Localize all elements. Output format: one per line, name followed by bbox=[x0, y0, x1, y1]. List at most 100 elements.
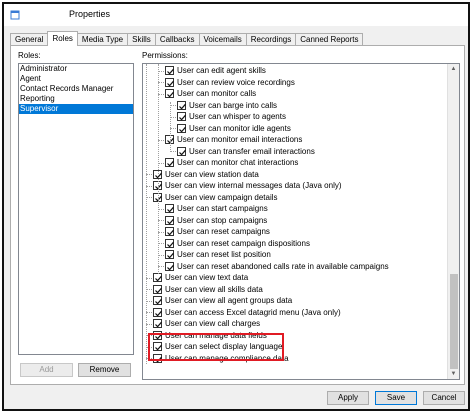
roles-list[interactable]: Administrator Agent Contact Records Mana… bbox=[18, 63, 134, 355]
permission-item[interactable]: User can monitor email interactions bbox=[165, 134, 302, 145]
app-icon bbox=[10, 10, 20, 20]
permission-label: User can view campaign details bbox=[165, 192, 278, 202]
permission-label: User can reset list position bbox=[177, 250, 271, 259]
permission-label: User can transfer email interactions bbox=[189, 146, 315, 156]
permission-item[interactable]: User can transfer email interactions bbox=[177, 146, 315, 157]
role-item-contact-records-manager[interactable]: Contact Records Manager bbox=[19, 84, 133, 94]
checkbox-checked-icon[interactable] bbox=[177, 123, 186, 133]
permission-item[interactable]: User can reset campaigns bbox=[165, 226, 270, 237]
permission-item[interactable]: User can whisper to agents bbox=[177, 111, 286, 122]
checkbox-checked-icon[interactable] bbox=[153, 330, 162, 340]
permission-label: User can view station data bbox=[165, 169, 259, 179]
role-item-agent[interactable]: Agent bbox=[19, 74, 133, 84]
permission-item[interactable]: User can reset campaign dispositions bbox=[165, 238, 310, 249]
checkbox-checked-icon[interactable] bbox=[165, 227, 174, 236]
checkbox-checked-icon[interactable] bbox=[153, 319, 162, 328]
checkbox-checked-icon[interactable] bbox=[153, 342, 162, 351]
permission-item[interactable]: User can stop campaigns bbox=[165, 215, 267, 226]
checkbox-checked-icon[interactable] bbox=[177, 100, 186, 110]
properties-window: Properties General Roles Media Type Skil… bbox=[2, 2, 470, 411]
window-title: Properties bbox=[69, 9, 111, 19]
tab-roles[interactable]: Roles bbox=[47, 31, 78, 46]
tree-guide-line bbox=[170, 102, 171, 152]
checkbox-checked-icon[interactable] bbox=[165, 238, 174, 248]
permissions-label: Permissions: bbox=[142, 51, 188, 60]
permission-label: User can access Excel datagrid menu (Jav… bbox=[165, 307, 341, 317]
checkbox-checked-icon[interactable] bbox=[165, 250, 174, 259]
permission-label: User can reset campaign dispositions bbox=[177, 238, 310, 248]
permission-label: User can stop campaigns bbox=[177, 215, 268, 225]
permission-item[interactable]: User can view internal messages data (Ja… bbox=[153, 180, 342, 191]
scroll-thumb[interactable] bbox=[450, 274, 458, 369]
role-item-administrator[interactable]: Administrator bbox=[19, 64, 133, 74]
permission-label: User can review voice recordings bbox=[177, 77, 295, 87]
permission-label: User can manage data fields bbox=[165, 330, 267, 340]
checkbox-checked-icon[interactable] bbox=[165, 215, 174, 225]
checkbox-checked-icon[interactable] bbox=[165, 204, 174, 213]
remove-role-button[interactable]: Remove bbox=[78, 363, 131, 377]
permission-item[interactable]: User can view all skills data bbox=[153, 284, 263, 295]
tree-guide-line bbox=[158, 64, 159, 274]
permission-label: User can manage compliance data bbox=[165, 353, 289, 363]
permission-label: User can select display language bbox=[165, 342, 283, 351]
permission-label: User can reset campaigns bbox=[177, 227, 270, 236]
role-item-reporting[interactable]: Reporting bbox=[19, 94, 133, 104]
permission-item[interactable]: User can reset abandoned calls rate in a… bbox=[165, 261, 389, 272]
permissions-scrollbar[interactable]: ▲ ▼ bbox=[447, 64, 459, 379]
roles-label: Roles: bbox=[18, 51, 41, 60]
checkbox-checked-icon[interactable] bbox=[153, 307, 162, 317]
permission-item[interactable]: User can review voice recordings bbox=[165, 77, 295, 88]
checkbox-checked-icon[interactable] bbox=[153, 353, 162, 363]
permission-item[interactable]: User can view all agent groups data bbox=[153, 295, 292, 306]
permission-label: User can monitor idle agents bbox=[189, 123, 291, 133]
permission-label: User can barge into calls bbox=[189, 100, 278, 110]
tab-strip: General Roles Media Type Skills Callback… bbox=[10, 31, 364, 46]
permission-label: User can reset abandoned calls rate in a… bbox=[177, 261, 389, 271]
roles-tab-panel: Roles: Administrator Agent Contact Recor… bbox=[10, 45, 465, 385]
checkbox-checked-icon[interactable] bbox=[165, 77, 174, 87]
checkbox-checked-icon[interactable] bbox=[177, 112, 186, 121]
checkbox-checked-icon[interactable] bbox=[165, 66, 174, 75]
permission-item[interactable]: User can start campaigns bbox=[165, 203, 268, 214]
permission-item[interactable]: User can view station data bbox=[153, 169, 259, 180]
apply-button[interactable]: Apply bbox=[327, 391, 369, 405]
permission-item[interactable]: User can barge into calls bbox=[177, 100, 277, 111]
checkbox-checked-icon[interactable] bbox=[153, 273, 162, 282]
permission-item[interactable]: User can view call charges bbox=[153, 318, 260, 329]
checkbox-checked-icon[interactable] bbox=[177, 146, 186, 156]
permission-item[interactable]: User can reset list position bbox=[165, 249, 271, 260]
permission-item[interactable]: User can select display language bbox=[153, 341, 282, 352]
permission-label: User can view text data bbox=[165, 273, 249, 282]
scroll-up-arrow-icon[interactable]: ▲ bbox=[448, 64, 459, 74]
permission-label: User can view internal messages data (Ja… bbox=[165, 181, 342, 190]
permission-item[interactable]: User can view campaign details bbox=[153, 192, 278, 203]
permission-label: User can monitor chat interactions bbox=[177, 158, 299, 167]
permission-item[interactable]: User can edit agent skills bbox=[165, 65, 266, 76]
checkbox-checked-icon[interactable] bbox=[165, 261, 174, 271]
permission-label: User can view all skills data bbox=[165, 284, 263, 294]
permission-label: User can view all agent groups data bbox=[165, 296, 293, 305]
role-item-supervisor[interactable]: Supervisor bbox=[19, 104, 133, 114]
checkbox-checked-icon[interactable] bbox=[165, 158, 174, 167]
permission-item[interactable]: User can manage data fields bbox=[153, 330, 267, 341]
permission-label: User can whisper to agents bbox=[189, 112, 286, 121]
tree-guide-line bbox=[146, 64, 147, 364]
checkbox-checked-icon[interactable] bbox=[153, 284, 162, 294]
scroll-down-arrow-icon[interactable]: ▼ bbox=[448, 369, 459, 379]
permission-item[interactable]: User can access Excel datagrid menu (Jav… bbox=[153, 307, 341, 318]
add-role-button[interactable]: Add bbox=[20, 363, 73, 377]
permission-item[interactable]: User can view text data bbox=[153, 272, 248, 283]
cancel-button[interactable]: Cancel bbox=[423, 391, 465, 405]
permission-label: User can monitor calls bbox=[177, 89, 257, 98]
permission-item[interactable]: User can monitor chat interactions bbox=[165, 157, 298, 168]
checkbox-checked-icon[interactable] bbox=[165, 89, 174, 98]
permission-label: User can start campaigns bbox=[177, 204, 268, 213]
permission-label: User can edit agent skills bbox=[177, 66, 266, 75]
permission-label: User can monitor email interactions bbox=[177, 135, 303, 144]
permissions-tree[interactable]: ▲ ▼ User can edit agent skills User can r… bbox=[142, 63, 460, 380]
checkbox-checked-icon[interactable] bbox=[153, 296, 162, 305]
permission-item[interactable]: User can manage compliance data bbox=[153, 353, 289, 364]
save-button[interactable]: Save bbox=[375, 391, 417, 405]
permission-item[interactable]: User can monitor calls bbox=[165, 88, 256, 99]
permission-item[interactable]: User can monitor idle agents bbox=[177, 123, 291, 134]
